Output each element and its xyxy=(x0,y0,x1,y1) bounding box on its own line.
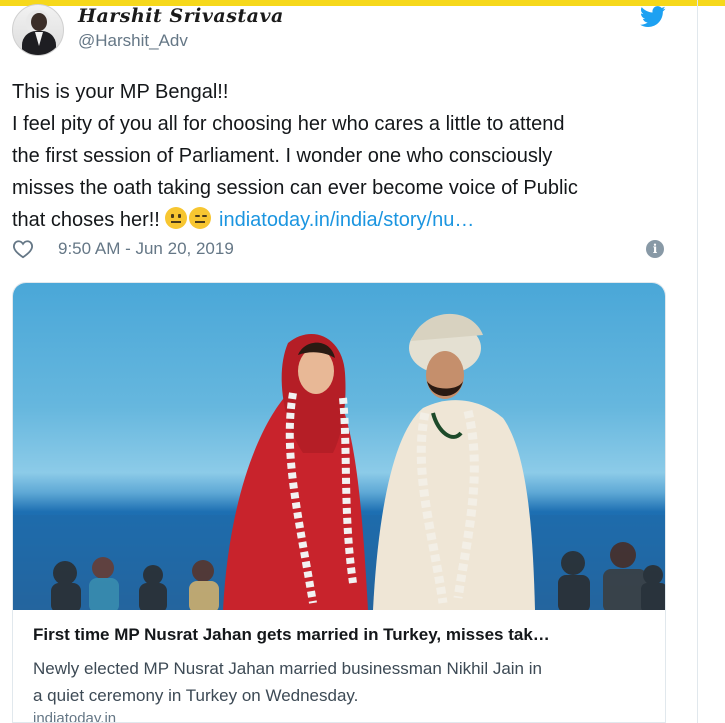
twitter-bird-icon[interactable] xyxy=(640,6,666,28)
author-display-name[interactable]: Harshit Srivastava xyxy=(78,5,284,27)
tweet-timestamp[interactable]: 9:50 AM - Jun 20, 2019 xyxy=(58,239,234,259)
tweet-text-line: This is your MP Bengal!! xyxy=(12,81,229,103)
card-description-line: Newly elected MP Nusrat Jahan married bu… xyxy=(33,659,542,678)
card-description-line: a quiet ceremony in Turkey on Wednesday. xyxy=(33,686,359,705)
info-icon[interactable]: i xyxy=(646,240,664,258)
tweet-text-line: misses the oath taking session can ever … xyxy=(12,177,578,199)
expressionless-face-emoji-icon xyxy=(189,207,212,229)
neutral-face-emoji-icon xyxy=(165,207,188,229)
tweet-text-line-last: that choses her!! indiatoday.in/india/st… xyxy=(12,204,682,236)
tweet-text-line: the first session of Parliament. I wonde… xyxy=(12,145,553,167)
link-preview-card[interactable]: First time MP Nusrat Jahan gets married … xyxy=(12,282,666,723)
heart-icon[interactable] xyxy=(12,239,34,259)
tweet-link[interactable]: indiatoday.in/india/story/nu… xyxy=(219,209,474,231)
author-handle[interactable]: @Harshit_Adv xyxy=(78,31,188,51)
tweet-meta-row: 9:50 AM - Jun 20, 2019 i xyxy=(12,236,672,262)
page-divider xyxy=(697,0,698,723)
embedded-tweet: Harshit Srivastava @Harshit_Adv This is … xyxy=(0,0,697,723)
card-image[interactable] xyxy=(13,283,665,610)
card-description: Newly elected MP Nusrat Jahan married bu… xyxy=(33,655,653,709)
card-domain[interactable]: indiatoday.in xyxy=(33,710,116,722)
tweet-text: This is your MP Bengal!! I feel pity of … xyxy=(12,76,682,236)
wedding-photo-illustration xyxy=(13,313,665,610)
card-title[interactable]: First time MP Nusrat Jahan gets married … xyxy=(33,625,653,645)
avatar[interactable] xyxy=(12,4,64,56)
tweet-text-line: that choses her!! xyxy=(12,209,160,231)
tweet-text-line: I feel pity of you all for choosing her … xyxy=(12,113,565,135)
